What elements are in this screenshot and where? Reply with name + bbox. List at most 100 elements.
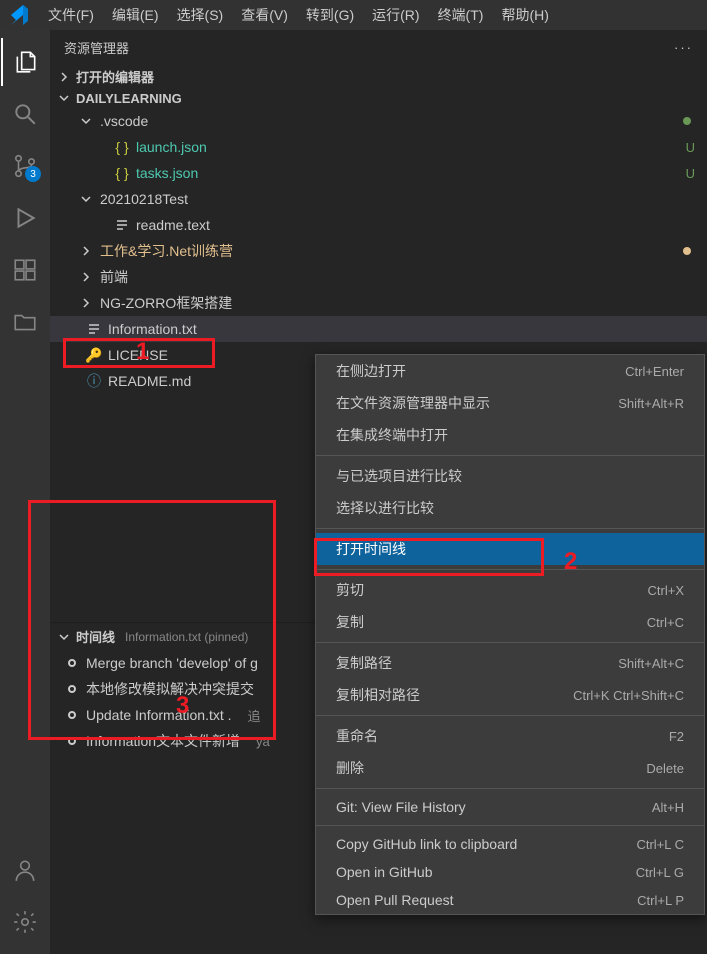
sidebar-header: 资源管理器 ··· [50,30,707,65]
context-menu-label: 选择以进行比较 [336,498,684,518]
info-icon: ⓘ [86,373,102,389]
tree-item-label: 前端 [100,267,128,287]
context-menu-item[interactable]: 复制相对路径Ctrl+K Ctrl+Shift+C [316,679,704,711]
tree-item-ng-zorro----[interactable]: NG-ZORRO框架搭建 [50,290,707,316]
activity-search[interactable] [1,90,49,138]
context-menu-item[interactable]: 删除Delete [316,752,704,784]
context-menu-item[interactable]: Copy GitHub link to clipboardCtrl+L C [316,830,704,858]
tree-item-label: launch.json [136,139,207,155]
context-menu-label: 在集成终端中打开 [336,425,684,445]
git-status-dot [683,117,691,125]
context-menu-label: Open Pull Request [336,892,637,908]
menu-terminal[interactable]: 终端(T) [430,1,492,29]
context-menu-separator [316,788,704,789]
timeline-item-label: Merge branch 'develop' of g [86,655,258,671]
account-icon [12,857,38,883]
chevron-right-icon [56,69,72,85]
activity-bar: 3 [0,30,50,954]
context-menu-label: Open in GitHub [336,864,636,880]
activity-explorer[interactable] [1,38,49,86]
tree-item--vscode[interactable]: .vscode [50,108,707,134]
menu-run[interactable]: 运行(R) [364,1,427,29]
context-menu-item[interactable]: Open in GitHubCtrl+L G [316,858,704,886]
menubar: 文件(F) 编辑(E) 选择(S) 查看(V) 转到(G) 运行(R) 终端(T… [0,0,707,30]
timeline-item-label: Update Information.txt . [86,707,232,723]
context-menu-label: 重命名 [336,726,669,746]
context-menu-item[interactable]: 剪切Ctrl+X [316,574,704,606]
context-menu-shortcut: Ctrl+Enter [625,364,684,379]
context-menu-item[interactable]: Open Pull RequestCtrl+L P [316,886,704,914]
spacer [92,139,108,155]
commit-dot-icon [68,711,76,719]
activity-scm[interactable]: 3 [1,142,49,190]
context-menu-item[interactable]: 在集成终端中打开 [316,419,704,451]
menu-goto[interactable]: 转到(G) [298,1,362,29]
context-menu-shortcut: Ctrl+L P [637,893,684,908]
chevron-down-icon [56,90,72,106]
context-menu-item[interactable]: Git: View File HistoryAlt+H [316,793,704,821]
context-menu-item[interactable]: 与已选项目进行比较 [316,460,704,492]
activity-extensions[interactable] [1,246,49,294]
activity-settings[interactable] [1,898,49,946]
menu-edit[interactable]: 编辑(E) [104,1,167,29]
menu-file[interactable]: 文件(F) [40,1,102,29]
tree-item---[interactable]: 前端 [50,264,707,290]
git-status-dot [683,247,691,255]
section-project[interactable]: DAILYLEARNING [50,88,707,108]
context-menu-item[interactable]: 在侧边打开Ctrl+Enter [316,355,704,387]
tree-item-20210218test[interactable]: 20210218Test [50,186,707,212]
json-icon: { } [114,139,130,155]
git-status-untracked: U [686,140,695,155]
context-menu-separator [316,825,704,826]
context-menu-item[interactable]: 复制Ctrl+C [316,606,704,638]
activity-run[interactable] [1,194,49,242]
chevron-down-icon [56,629,72,645]
spacer [64,373,80,389]
section-open-editors[interactable]: 打开的编辑器 [50,65,707,88]
context-menu-item[interactable]: 打开时间线 [316,533,704,565]
chevron-right-icon [78,243,94,259]
tree-item-readme-text[interactable]: readme.text [50,212,707,238]
git-status-untracked: U [686,166,695,181]
tree-item-launch-json[interactable]: { } launch.json U [50,134,707,160]
timeline-item-label: Information文本文件新增 [86,731,240,751]
commit-dot-icon [68,659,76,667]
chevron-right-icon [78,269,94,285]
context-menu-label: 复制 [336,612,647,632]
tree-item-label: NG-ZORRO框架搭建 [100,293,232,313]
context-menu-item[interactable]: 选择以进行比较 [316,492,704,524]
context-menu-item[interactable]: 复制路径Shift+Alt+C [316,647,704,679]
context-menu-item[interactable]: 重命名F2 [316,720,704,752]
spacer [64,321,80,337]
context-menu-separator [316,642,704,643]
spacer [92,217,108,233]
text-file-icon [114,217,130,233]
activity-folder[interactable] [1,298,49,346]
menu-help[interactable]: 帮助(H) [493,1,556,29]
context-menu-shortcut: Ctrl+K Ctrl+Shift+C [573,688,684,703]
chevron-right-icon [78,295,94,311]
tree-item-tasks-json[interactable]: { }tasks.jsonU [50,160,707,186]
tree-item-label: README.md [108,373,191,389]
context-menu-label: 在侧边打开 [336,361,625,381]
context-menu-shortcut: Delete [646,761,684,776]
tree-item-information-txt[interactable]: Information.txt [50,316,707,342]
commit-dot-icon [68,737,76,745]
chevron-down-icon [78,191,94,207]
context-menu: 在侧边打开Ctrl+Enter在文件资源管理器中显示Shift+Alt+R在集成… [315,354,705,915]
commit-dot-icon [68,685,76,693]
context-menu-separator [316,528,704,529]
more-icon[interactable]: ··· [674,40,693,55]
folder-open-icon [12,309,38,335]
tree-item-label: tasks.json [136,165,198,181]
context-menu-separator [316,715,704,716]
tree-item-------net---[interactable]: 工作&学习.Net训练营 [50,238,707,264]
tree-item-label: 工作&学习.Net训练营 [100,241,233,261]
menu-select[interactable]: 选择(S) [169,1,232,29]
context-menu-item[interactable]: 在文件资源管理器中显示Shift+Alt+R [316,387,704,419]
menu-view[interactable]: 查看(V) [233,1,296,29]
activity-account[interactable] [1,846,49,894]
context-menu-label: 打开时间线 [336,539,684,559]
context-menu-shortcut: Ctrl+X [648,583,684,598]
context-menu-shortcut: Ctrl+L C [636,837,684,852]
